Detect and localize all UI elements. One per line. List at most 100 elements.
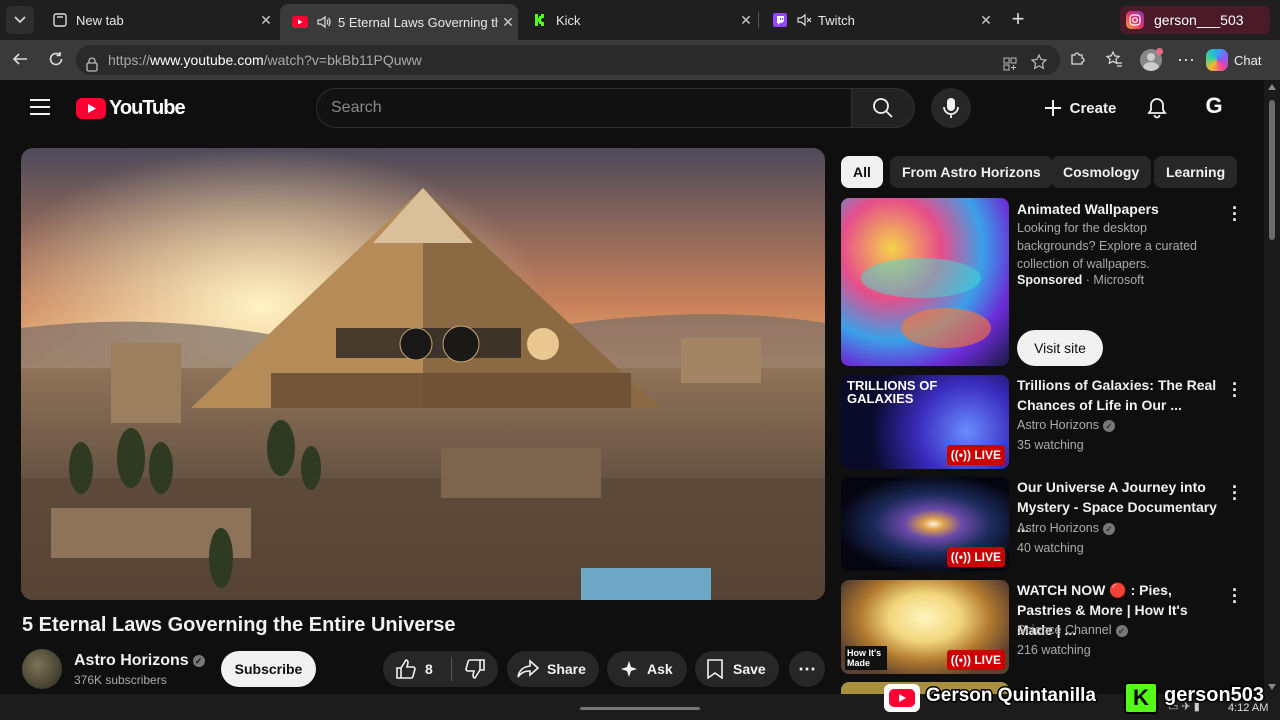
- microphone-icon: [943, 98, 959, 118]
- more-actions-button[interactable]: ⋯: [789, 651, 825, 687]
- video-thumbnail[interactable]: ((•)) LIVE: [841, 477, 1009, 571]
- ad-menu-icon[interactable]: · · ·: [1229, 199, 1241, 229]
- new-tab-icon: [52, 12, 68, 28]
- verified-check-icon: ✓: [1115, 624, 1128, 637]
- video-thumbnail[interactable]: How It's Made ((•)) LIVE: [841, 580, 1009, 674]
- browser-tab-bar: New tab ✕ 5 Eternal Laws Governing the ✕…: [0, 0, 1280, 40]
- extensions-icon[interactable]: [1068, 50, 1088, 70]
- streamer-name: Gerson Quintanilla: [925, 684, 1098, 708]
- video-menu-icon[interactable]: · · ·: [1229, 375, 1241, 405]
- live-icon: ((•)): [950, 550, 975, 564]
- chip-cosmology[interactable]: Cosmology: [1051, 156, 1152, 188]
- notifications-bell-icon[interactable]: [1146, 97, 1168, 124]
- tab-kick[interactable]: Kick ✕: [520, 4, 756, 36]
- channel-name-text: Astro Horizons: [1017, 521, 1099, 535]
- copilot-chat-button[interactable]: Chat: [1206, 46, 1272, 74]
- youtube-logo-icon: [76, 97, 106, 119]
- url-field[interactable]: https://www.youtube.com/watch?v=bkBb11PQ…: [76, 45, 1060, 75]
- kick-favicon-icon: [532, 12, 548, 28]
- speaker-icon[interactable]: [316, 14, 332, 30]
- instagram-icon: [1126, 11, 1144, 29]
- channel-name-text: Astro Horizons: [74, 652, 189, 669]
- live-label: LIVE: [974, 653, 1001, 667]
- sparkle-icon: [621, 661, 637, 677]
- channel-name-text: Science Channel: [1017, 623, 1112, 637]
- video-title[interactable]: Trillions of Galaxies: The Real Chances …: [1017, 375, 1227, 415]
- tab-label: Twitch: [818, 12, 855, 28]
- tab-list-dropdown-icon[interactable]: [6, 6, 34, 34]
- verified-check-icon: ✓: [1102, 522, 1115, 535]
- refresh-icon[interactable]: [46, 50, 66, 70]
- ad-title[interactable]: Animated Wallpapers: [1017, 199, 1227, 219]
- chip-learning[interactable]: Learning: [1154, 156, 1238, 188]
- channel-name[interactable]: Astro Horizons ✓: [74, 652, 205, 670]
- tab-label: 5 Eternal Laws Governing the: [338, 14, 498, 30]
- create-button[interactable]: Create: [1034, 88, 1126, 128]
- channel-avatar[interactable]: [22, 649, 62, 689]
- lock-icon[interactable]: [86, 52, 98, 82]
- ask-button[interactable]: Ask: [607, 651, 687, 687]
- new-tab-button[interactable]: +: [1006, 8, 1030, 32]
- chip-from-astro-horizons[interactable]: From Astro Horizons: [890, 156, 1053, 188]
- favorites-icon[interactable]: [1104, 50, 1124, 70]
- live-badge: ((•)) LIVE: [946, 547, 1005, 567]
- scroll-up-arrow-icon[interactable]: [1268, 84, 1276, 90]
- close-tab-icon[interactable]: ✕: [256, 12, 276, 29]
- tab-youtube-video[interactable]: 5 Eternal Laws Governing the ✕: [280, 4, 518, 40]
- muted-speaker-icon[interactable]: [796, 12, 812, 28]
- share-button[interactable]: Share: [507, 651, 599, 687]
- visit-site-button[interactable]: Visit site: [1017, 330, 1103, 366]
- more-options-icon[interactable]: ⋯: [1176, 50, 1196, 70]
- youtube-overlay-icon: [884, 684, 920, 712]
- video-thumbnail[interactable]: TRILLIONS OF GALAXIES ((•)) LIVE: [841, 375, 1009, 469]
- video-player[interactable]: [21, 148, 825, 600]
- favorite-star-icon[interactable]: [1030, 51, 1048, 81]
- close-tab-icon[interactable]: ✕: [498, 14, 518, 31]
- live-badge: ((•)) LIVE: [946, 650, 1005, 670]
- profile-name: gerson___503: [1154, 12, 1244, 28]
- url-host: www.youtube.com: [150, 52, 264, 68]
- kick-overlay-icon: K: [1124, 682, 1158, 714]
- thumbs-down-icon: [465, 659, 485, 679]
- save-button[interactable]: Save: [695, 651, 779, 687]
- tab-new-tab[interactable]: New tab ✕: [40, 4, 276, 36]
- account-avatar[interactable]: G: [1200, 92, 1228, 120]
- video-menu-icon[interactable]: · · ·: [1229, 478, 1241, 508]
- subscribe-button[interactable]: Subscribe: [221, 651, 316, 687]
- verified-check-icon: ✓: [1102, 419, 1115, 432]
- ad-sponsor-line: Sponsored · Microsoft: [1017, 273, 1145, 287]
- back-arrow-icon[interactable]: [10, 50, 30, 70]
- kick-handle: gerson503: [1162, 683, 1265, 708]
- close-tab-icon[interactable]: ✕: [736, 12, 756, 29]
- video-channel: Astro Horizons ✓: [1017, 418, 1115, 432]
- app-available-icon[interactable]: [1002, 52, 1018, 82]
- video-menu-icon[interactable]: · · ·: [1229, 581, 1241, 611]
- video-frame: [21, 148, 825, 600]
- dislike-button[interactable]: [452, 651, 486, 687]
- save-label: Save: [733, 661, 766, 677]
- scrollbar-thumb[interactable]: [1269, 100, 1275, 240]
- like-button[interactable]: 8: [383, 651, 451, 687]
- thumbnail-caption: How It's Made: [845, 646, 887, 670]
- search-input[interactable]: Search: [316, 88, 852, 128]
- streamer-overlay: Gerson Quintanilla K gerson503: [884, 681, 1280, 717]
- sponsored-label: Sponsored: [1017, 273, 1083, 287]
- video-stat: 216 watching: [1017, 643, 1091, 657]
- tab-twitch[interactable]: Twitch ✕: [760, 4, 996, 36]
- ad-thumbnail[interactable]: [841, 198, 1009, 366]
- create-label: Create: [1069, 99, 1117, 117]
- page-scrollbar[interactable]: [1264, 80, 1280, 694]
- close-tab-icon[interactable]: ✕: [976, 12, 996, 29]
- youtube-logo[interactable]: YouTube: [76, 97, 186, 119]
- like-dislike-group: 8: [383, 651, 498, 687]
- chip-all[interactable]: All: [841, 156, 883, 188]
- hamburger-menu-icon[interactable]: [30, 99, 50, 117]
- voice-search-button[interactable]: [931, 88, 971, 128]
- profile-badge[interactable]: gerson___503: [1120, 6, 1270, 34]
- tab-divider: [758, 12, 759, 28]
- bookmark-icon: [707, 659, 723, 679]
- search-button[interactable]: [851, 88, 915, 128]
- video-channel: Science Channel ✓: [1017, 623, 1128, 637]
- verified-check-icon: ✓: [192, 654, 205, 667]
- browser-address-bar: https://www.youtube.com/watch?v=bkBb11PQ…: [0, 40, 1280, 80]
